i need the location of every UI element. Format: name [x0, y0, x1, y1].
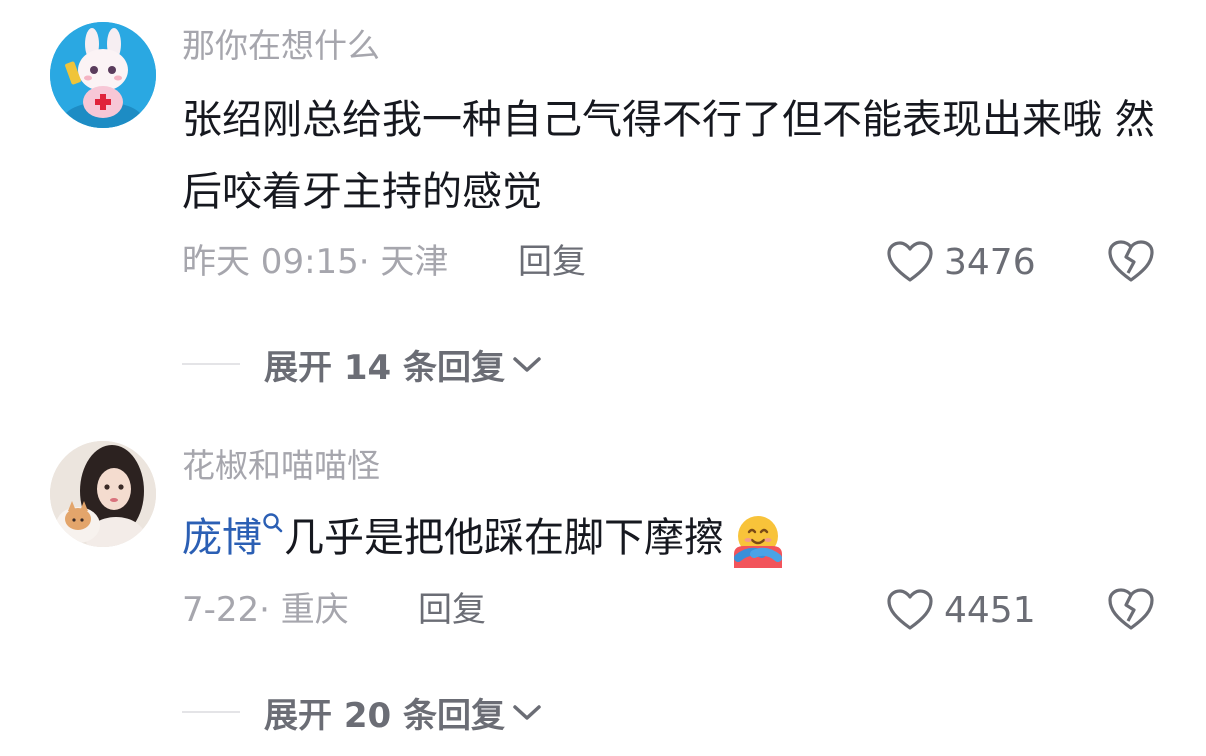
dislike-button[interactable]	[1106, 237, 1156, 287]
chevron-down-icon	[513, 357, 541, 372]
reply-button[interactable]: 回复	[518, 240, 586, 284]
avatar[interactable]	[50, 441, 156, 547]
divider-line	[182, 363, 240, 365]
mention-link[interactable]: 庞博	[182, 515, 262, 561]
expand-replies-button[interactable]: 展开 20 条回复	[182, 690, 543, 736]
search-icon	[263, 513, 283, 533]
like-button[interactable]: 3476	[886, 237, 1036, 287]
expand-replies-button[interactable]: 展开 14 条回复	[182, 342, 543, 388]
heart-outline-icon	[887, 589, 933, 630]
hugging-face-emoji	[734, 516, 782, 568]
comment-text: 几乎是把他踩在脚下摩擦	[284, 515, 724, 561]
expand-replies-label: 展开 20 条回复	[264, 695, 505, 736]
avatar-girl-cat-image	[50, 441, 156, 547]
like-count: 3476	[944, 241, 1036, 283]
expand-replies-label: 展开 14 条回复	[264, 347, 505, 388]
like-count: 4451	[944, 589, 1036, 631]
chevron-down-icon	[513, 705, 541, 720]
dislike-button[interactable]	[1106, 585, 1156, 635]
like-button[interactable]: 4451	[886, 585, 1036, 635]
avatar[interactable]	[50, 22, 156, 128]
comment-username[interactable]: 那你在想什么	[182, 26, 380, 66]
avatar-bunny-image	[50, 22, 156, 128]
broken-heart-icon	[1108, 240, 1154, 282]
comment-list: 那你在想什么 张绍刚总给我一种自己气得不行了但不能表现出来哦 然后咬着牙主持的感…	[0, 0, 1206, 756]
comment-username[interactable]: 花椒和喵喵怪	[182, 446, 380, 486]
comment-text: 张绍刚总给我一种自己气得不行了但不能表现出来哦 然后咬着牙主持的感觉	[182, 97, 1155, 215]
broken-heart-icon	[1108, 588, 1154, 630]
heart-outline-icon	[887, 241, 933, 282]
divider-line	[182, 711, 240, 713]
reply-button[interactable]: 回复	[418, 588, 486, 632]
comment-text-row: 庞博 几乎是把他踩在脚下摩擦	[182, 502, 1162, 574]
comment-meta: 7-22· 重庆	[182, 590, 349, 630]
comment-meta: 昨天 09:15· 天津	[182, 242, 449, 282]
